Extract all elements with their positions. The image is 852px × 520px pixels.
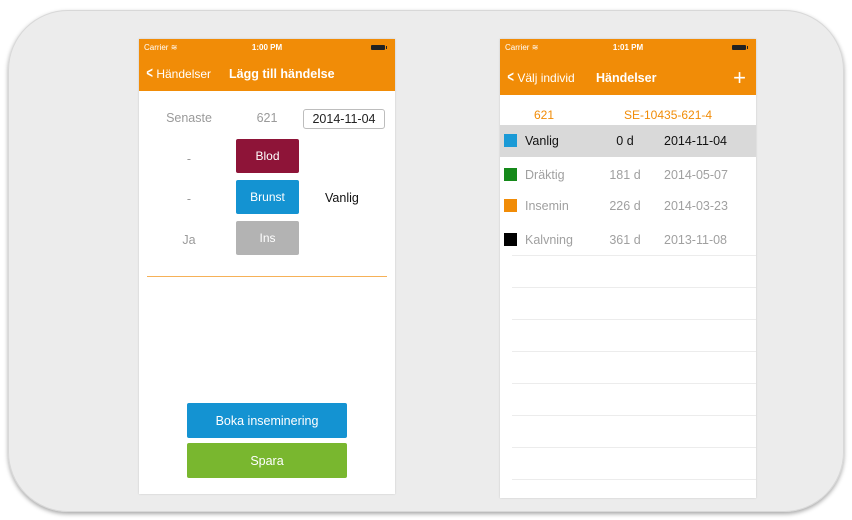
- back-button[interactable]: < Välj individ: [506, 69, 575, 86]
- add-icon[interactable]: +: [733, 67, 746, 89]
- event-name: Insemin: [525, 199, 569, 213]
- save-button[interactable]: Spara: [187, 443, 347, 478]
- color-swatch: [504, 134, 517, 147]
- animal-id: SE-10435-621-4: [624, 108, 713, 122]
- battery-icon: [371, 45, 387, 50]
- color-swatch: [504, 233, 517, 246]
- add-event-screen: Carrier ≋ 1:00 PM < Händelser Lägg till …: [139, 39, 395, 494]
- event-name: Dräktig: [525, 168, 565, 182]
- divider: [512, 351, 756, 352]
- status-time: 1:00 PM: [251, 43, 283, 52]
- heat-type-label: Vanlig: [325, 191, 359, 205]
- event-date: 2013-11-08: [664, 233, 728, 247]
- event-days: 181 d: [609, 168, 641, 182]
- page-title: Lägg till händelse: [229, 67, 335, 81]
- status-time: 1:01 PM: [612, 43, 644, 52]
- battery-icon: [732, 45, 748, 50]
- list-item[interactable]: Insemin 226 d 2014-03-23: [500, 190, 756, 222]
- events-screen: Carrier ≋ 1:01 PM < Välj individ Händels…: [500, 39, 756, 498]
- event-row-status: -: [186, 192, 192, 206]
- divider: [512, 319, 756, 320]
- animal-number: 621: [534, 108, 555, 122]
- blod-button[interactable]: Blod: [236, 139, 299, 173]
- divider: [512, 415, 756, 416]
- page-title: Händelser: [596, 71, 657, 85]
- nav-bar: Carrier ≋ 1:01 PM < Välj individ Händels…: [500, 39, 756, 95]
- event-days: 0 d: [616, 134, 634, 148]
- event-name: Vanlig: [525, 134, 559, 148]
- brunst-button[interactable]: Brunst: [236, 180, 299, 214]
- divider: [512, 447, 756, 448]
- latest-label: Senaste: [166, 111, 212, 125]
- event-row-status: -: [186, 152, 192, 166]
- divider: [512, 255, 756, 256]
- back-label: Händelser: [156, 67, 212, 81]
- back-button[interactable]: < Händelser: [145, 65, 212, 82]
- color-swatch: [504, 168, 517, 181]
- back-label: Välj individ: [517, 71, 575, 85]
- event-date: 2014-03-23: [664, 199, 728, 213]
- status-bar: Carrier ≋ 1:01 PM: [500, 43, 756, 55]
- event-days: 361 d: [609, 233, 641, 247]
- book-insemination-button[interactable]: Boka inseminering: [187, 403, 347, 438]
- list-item[interactable]: Kalvning 361 d 2013-11-08: [500, 224, 756, 256]
- divider: [512, 287, 756, 288]
- date-field[interactable]: [303, 109, 385, 129]
- event-date: 2014-05-07: [664, 168, 728, 182]
- ins-button[interactable]: Ins: [236, 221, 299, 255]
- list-item[interactable]: Vanlig 0 d 2014-11-04: [500, 125, 756, 157]
- animal-header: 621 SE-10435-621-4: [500, 103, 756, 123]
- status-bar: Carrier ≋ 1:00 PM: [139, 43, 395, 55]
- color-swatch: [504, 199, 517, 212]
- nav-bar: Carrier ≋ 1:00 PM < Händelser Lägg till …: [139, 39, 395, 91]
- event-name: Kalvning: [525, 233, 573, 247]
- chevron-left-icon: <: [146, 65, 153, 82]
- divider: [512, 383, 756, 384]
- animal-number: 621: [256, 111, 278, 125]
- event-row-status: Ja: [182, 233, 196, 247]
- event-date: 2014-11-04: [664, 134, 728, 148]
- event-days: 226 d: [609, 199, 641, 213]
- divider: [147, 276, 387, 277]
- chevron-left-icon: <: [507, 69, 514, 86]
- list-item[interactable]: Dräktig 181 d 2014-05-07: [500, 159, 756, 191]
- divider: [512, 479, 756, 480]
